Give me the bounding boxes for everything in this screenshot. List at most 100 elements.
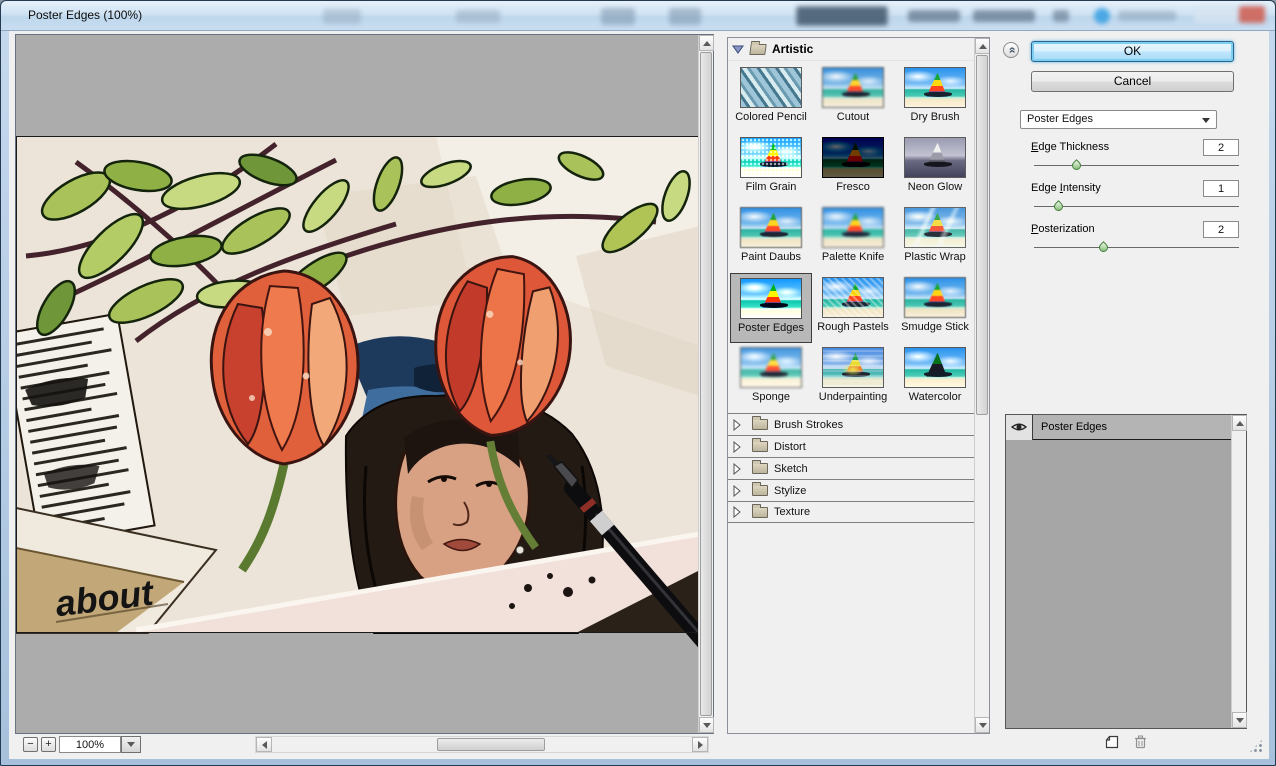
category-sketch[interactable]: Sketch [728,457,974,479]
category-texture[interactable]: Texture [728,501,974,523]
effect-layer-name: Poster Edges [1041,421,1108,433]
cancel-button[interactable]: Cancel [1031,71,1234,92]
chevron-down-icon [1202,118,1210,123]
filter-thumb-image [822,347,884,388]
filter-thumb-plastic-wrap[interactable]: Plastic Wrap [894,203,976,273]
titlebar-ghost [1118,11,1176,21]
expand-triangle-icon [733,440,741,453]
category-stylize[interactable]: Stylize [728,479,974,501]
preview-image: about [16,35,698,733]
folder-icon [752,460,768,474]
scroll-up-arrow-icon[interactable] [699,35,714,51]
filter-thumb-image [904,137,966,178]
edge-thickness-value[interactable]: 2 [1203,139,1239,156]
window-title: Poster Edges (100%) [28,8,143,22]
filter-thumb-fresco[interactable]: Fresco [812,133,894,203]
filter-thumb-watercolor[interactable]: Watercolor [894,343,976,413]
workspace-button-ghost [973,10,1035,22]
filter-thumb-dry-brush[interactable]: Dry Brush [894,63,976,133]
filter-dropdown-value: Poster Edges [1027,113,1094,125]
filter-thumb-image [904,277,966,318]
effect-layer-row-poster-edges[interactable]: Poster Edges [1006,414,1231,440]
slider-thumb[interactable] [1051,200,1065,213]
scroll-down-arrow-icon[interactable] [699,717,714,733]
slider-edge-intensity: Edge Intensity 1 [1026,180,1239,218]
new-effect-layer-button[interactable] [1105,735,1120,754]
posterization-value[interactable]: 2 [1203,221,1239,238]
filter-thumb-image [904,207,966,248]
edge-thickness-track[interactable] [1034,159,1239,172]
filter-dropdown[interactable]: Poster Edges [1020,110,1217,129]
category-artistic-header[interactable]: Artistic [728,38,974,61]
collapse-triangle-icon [732,45,744,54]
filter-thumb-sponge[interactable]: Sponge [730,343,812,413]
edge-intensity-track[interactable] [1034,200,1239,213]
filter-thumb-image [740,67,802,108]
filter-thumb-image [822,207,884,248]
filter-thumb-poster-edges-selected[interactable]: Poster Edges [730,273,812,343]
edge-intensity-value[interactable]: 1 [1203,180,1239,197]
scroll-up-arrow-icon[interactable] [1232,415,1247,431]
zoom-out-button[interactable]: − [23,737,38,752]
effect-list-scrollbar[interactable] [1231,415,1247,728]
eye-icon [1011,423,1027,431]
open-folder-icon [749,43,767,55]
filter-thumb-colored-pencil[interactable]: Colored Pencil [730,63,812,133]
preview-vertical-scrollbar[interactable] [698,35,714,733]
scrollbar-thumb[interactable] [700,52,712,716]
new-layer-icon [1105,735,1118,749]
zoom-level-display[interactable]: 100% [59,736,121,753]
slider-edge-thickness: Edge Thickness 2 [1026,139,1239,177]
collapsed-categories: Brush Strokes Distort Sketch Stylize Tex… [728,413,974,523]
titlebar-ghost [601,8,635,25]
scroll-right-arrow-icon[interactable] [692,737,708,752]
expand-triangle-icon [733,484,741,497]
effect-layer-actions [1005,735,1247,755]
filter-thumb-underpainting[interactable]: Underpainting [812,343,894,413]
scroll-down-arrow-icon[interactable] [1232,712,1247,728]
filter-thumb-image [822,67,884,108]
folder-icon [752,416,768,430]
preview-horizontal-scrollbar[interactable] [255,736,709,753]
filter-thumb-cutout[interactable]: Cutout [812,63,894,133]
filter-panel-scrollbar[interactable] [974,38,989,733]
trash-icon [1135,735,1147,749]
effect-layers-list: Poster Edges [1006,414,1231,728]
slider-thumb[interactable] [1096,241,1110,254]
scroll-up-arrow-icon[interactable] [975,38,989,54]
filter-thumb-film-grain[interactable]: Film Grain [730,133,812,203]
filter-thumb-rough-pastels[interactable]: Rough Pastels [812,273,894,343]
posterization-track[interactable] [1034,241,1239,254]
filter-thumb-image [740,207,802,248]
slider-thumb[interactable] [1070,159,1083,172]
visibility-toggle[interactable] [1006,414,1033,440]
delete-effect-layer-button[interactable] [1134,735,1147,754]
filter-gallery-dialog: Poster Edges (100%) about − + 100% Artis… [0,0,1276,766]
preview-canvas[interactable]: about [16,35,698,733]
filter-thumb-paint-daubs[interactable]: Paint Daubs [730,203,812,273]
filter-thumb-neon-glow[interactable]: Neon Glow [894,133,976,203]
resize-grip[interactable] [1249,739,1263,753]
zoom-dropdown-button[interactable] [121,736,141,753]
expand-triangle-icon [733,462,741,475]
scrollbar-thumb[interactable] [436,738,546,751]
scrollbar-thumb[interactable] [976,55,988,415]
category-distort[interactable]: Distort [728,435,974,457]
filter-thumb-smudge-stick[interactable]: Smudge Stick [894,273,976,343]
ok-button[interactable]: OK [1031,41,1234,62]
folder-icon [752,503,768,518]
titlebar-ghost [456,10,500,23]
scroll-down-arrow-icon[interactable] [975,717,989,733]
filter-thumb-image [822,137,884,178]
titlebar-ghost [323,9,361,24]
filter-thumb-image [740,278,802,319]
expand-triangle-icon [733,418,741,431]
titlebar-ghost [669,8,701,25]
slider-posterization: Posterization 2 [1026,221,1239,259]
zoom-in-button[interactable]: + [41,737,56,752]
category-brush-strokes[interactable]: Brush Strokes [728,413,974,435]
filter-thumb-image [740,347,802,388]
scroll-left-arrow-icon[interactable] [256,737,272,752]
filter-thumb-palette-knife[interactable]: Palette Knife [812,203,894,273]
collapse-panel-button[interactable]: » [1003,42,1019,58]
